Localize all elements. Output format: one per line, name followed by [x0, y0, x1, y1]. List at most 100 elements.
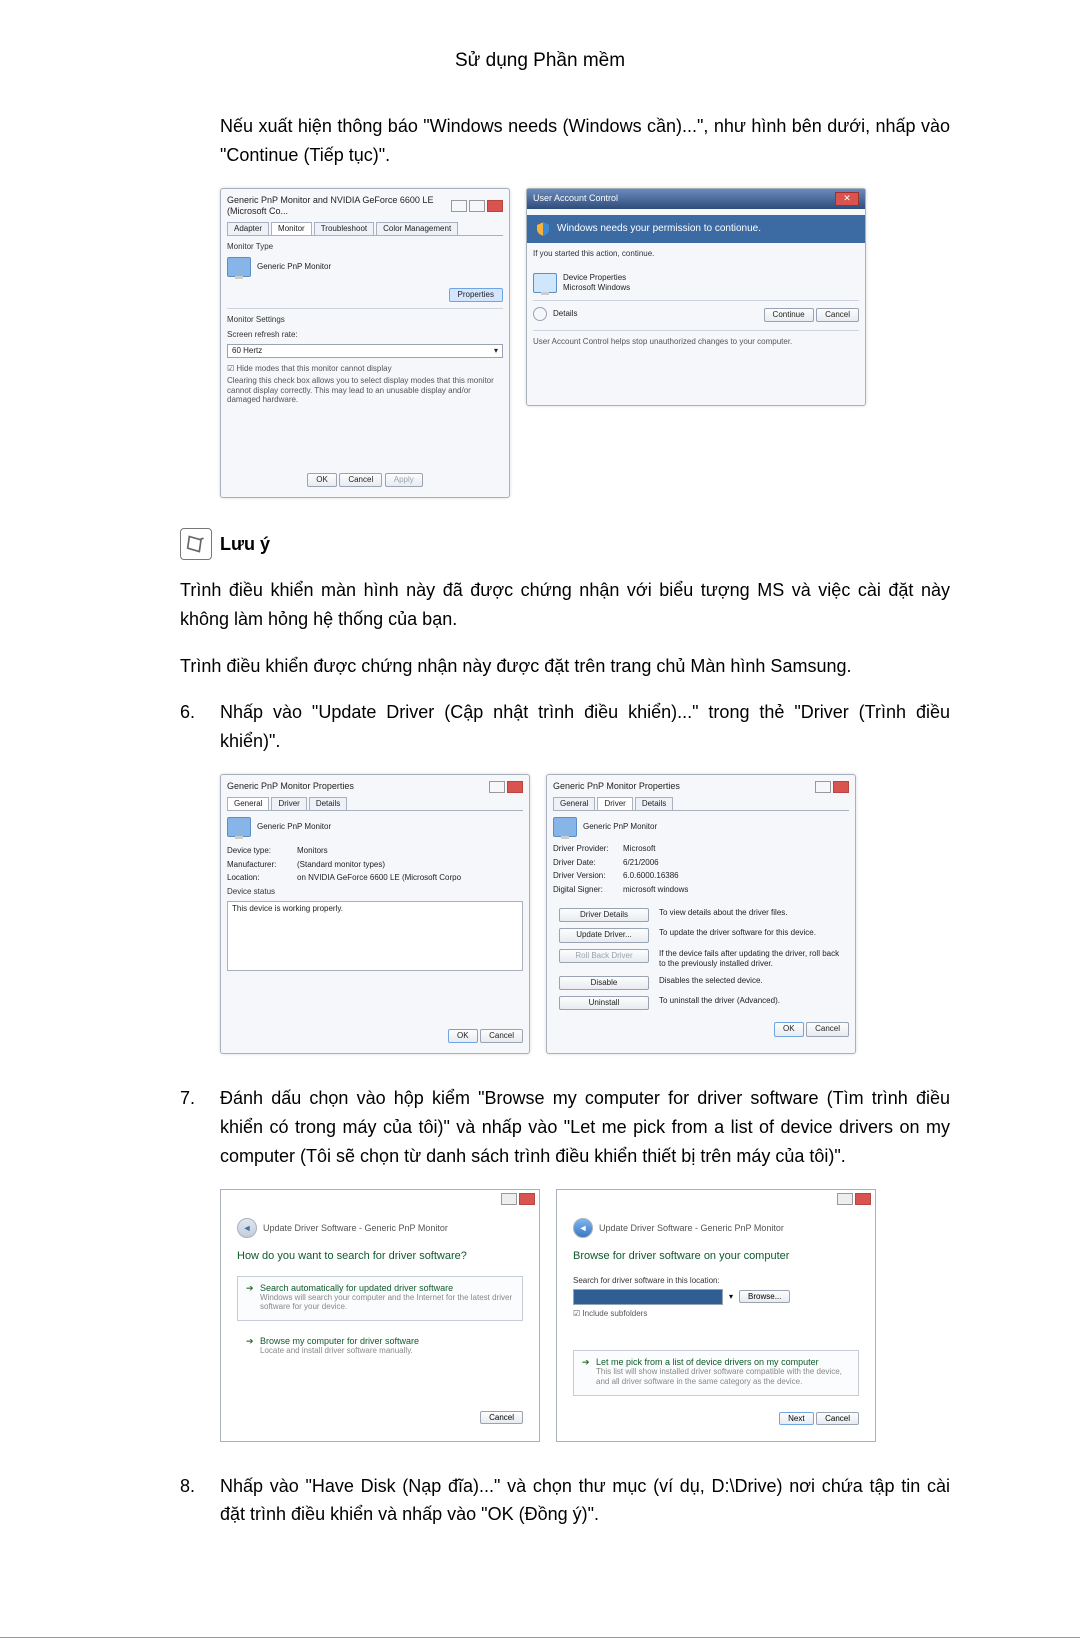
monitor-icon [227, 817, 251, 837]
label-digital-signer: Digital Signer: [553, 885, 617, 895]
value-driver-date: 6/21/2006 [623, 858, 659, 868]
include-subfolders-checkbox[interactable]: Include subfolders [573, 1309, 859, 1319]
label-location: Location: [227, 873, 291, 883]
tab-troubleshoot[interactable]: Troubleshoot [314, 222, 374, 235]
value-manufacturer: (Standard monitor types) [297, 860, 385, 870]
uac-started: If you started this action, continue. [533, 249, 859, 259]
close-icon[interactable] [487, 200, 503, 212]
close-icon[interactable] [507, 781, 523, 793]
cancel-button[interactable]: Cancel [480, 1029, 523, 1043]
monitor-name: Generic PnP Monitor [257, 262, 331, 272]
expand-chevron-icon[interactable] [533, 307, 547, 321]
device-icon [533, 273, 557, 293]
driver-details-button[interactable]: Driver Details [559, 908, 649, 922]
cancel-button[interactable]: Cancel [816, 308, 859, 322]
browse-button[interactable]: Browse... [739, 1290, 790, 1303]
arrow-icon: ➔ [246, 1283, 254, 1294]
step-6-text: Nhấp vào "Update Driver (Cập nhật trình … [220, 698, 950, 756]
back-button[interactable]: ◄ [573, 1218, 593, 1238]
tab-general[interactable]: General [227, 797, 269, 810]
label-refresh-rate: Screen refresh rate: [227, 330, 503, 340]
uninstall-button[interactable]: Uninstall [559, 996, 649, 1010]
fig-properties-general: Generic PnP Monitor Properties General D… [220, 774, 530, 1054]
cancel-button[interactable]: Cancel [816, 1412, 859, 1425]
wizard-question: How do you want to search for driver sof… [237, 1250, 523, 1262]
refresh-rate-value: 60 Hertz [232, 346, 262, 356]
close-icon[interactable] [855, 1193, 871, 1205]
close-icon[interactable] [519, 1193, 535, 1205]
properties-button[interactable]: Properties [449, 288, 503, 302]
maximize-icon[interactable] [469, 200, 485, 212]
arrow-icon: ➔ [246, 1336, 254, 1347]
option-let-me-pick-title: Let me pick from a list of device driver… [596, 1357, 850, 1367]
tab-details[interactable]: Details [309, 797, 347, 810]
step-8: 8. Nhấp vào "Have Disk (Nạp đĩa)..." và … [180, 1472, 950, 1530]
label-manufacturer: Manufacturer: [227, 860, 291, 870]
label-search-location: Search for driver software in this locat… [573, 1276, 859, 1285]
ok-button[interactable]: OK [774, 1022, 804, 1036]
driver-details-desc: To view details about the driver files. [655, 906, 847, 924]
tab-details[interactable]: Details [635, 797, 673, 810]
tab-color-management[interactable]: Color Management [376, 222, 458, 235]
step-6: 6. Nhấp vào "Update Driver (Cập nhật trì… [180, 698, 950, 756]
section-monitor-type: Monitor Type [227, 242, 503, 252]
search-location-input[interactable] [573, 1289, 723, 1305]
figure-row-1: Generic PnP Monitor and NVIDIA GeForce 6… [220, 188, 950, 498]
option-let-me-pick[interactable]: ➔ Let me pick from a list of device driv… [573, 1350, 859, 1395]
hide-modes-checkbox[interactable]: Hide modes that this monitor cannot disp… [227, 364, 503, 374]
help-icon[interactable] [815, 781, 831, 793]
window-controls [489, 781, 523, 793]
tab-driver[interactable]: Driver [271, 797, 306, 810]
device-label: Device Properties [563, 273, 630, 283]
tab-driver[interactable]: Driver [597, 797, 632, 810]
continue-button[interactable]: Continue [764, 308, 814, 322]
details-label[interactable]: Details [553, 309, 577, 319]
value-location: on NVIDIA GeForce 6600 LE (Microsoft Cor… [297, 873, 461, 883]
note-icon [180, 528, 212, 560]
ok-button[interactable]: OK [448, 1029, 478, 1043]
tab-monitor[interactable]: Monitor [271, 222, 312, 235]
disable-desc: Disables the selected device. [655, 974, 847, 992]
rollback-driver-desc: If the device fails after updating the d… [655, 947, 847, 972]
figure-row-3: ◄ Update Driver Software - Generic PnP M… [220, 1189, 950, 1442]
properties-label: Properties [458, 290, 494, 299]
update-driver-button[interactable]: Update Driver... [559, 928, 649, 942]
tab-general[interactable]: General [553, 797, 595, 810]
minimize-icon[interactable] [451, 200, 467, 212]
page-title: Sử dụng Phần mềm [130, 50, 950, 72]
option-browse-computer[interactable]: ➔ Browse my computer for driver software… [237, 1329, 523, 1365]
value-driver-provider: Microsoft [623, 844, 655, 854]
option-search-auto[interactable]: ➔ Search automatically for updated drive… [237, 1276, 523, 1321]
cancel-button[interactable]: Cancel [806, 1022, 849, 1036]
label-driver-provider: Driver Provider: [553, 844, 617, 854]
minimize-icon[interactable] [501, 1193, 517, 1205]
disable-button[interactable]: Disable [559, 976, 649, 990]
intro-paragraph: Nếu xuất hiện thông báo "Windows needs (… [220, 112, 950, 170]
window-controls [451, 200, 503, 212]
minimize-icon[interactable] [837, 1193, 853, 1205]
note-paragraph-2: Trình điều khiển được chứng nhận này đượ… [180, 652, 950, 681]
close-icon[interactable] [833, 781, 849, 793]
step-6-number: 6. [180, 698, 220, 756]
apply-button[interactable]: Apply [385, 473, 423, 487]
tab-adapter[interactable]: Adapter [227, 222, 269, 235]
back-button[interactable]: ◄ [237, 1218, 257, 1238]
cancel-button[interactable]: Cancel [480, 1411, 523, 1424]
step-7-number: 7. [180, 1084, 220, 1170]
rollback-driver-button[interactable]: Roll Back Driver [559, 949, 649, 963]
help-icon[interactable] [489, 781, 505, 793]
option-search-auto-desc: Windows will search your computer and th… [260, 1293, 514, 1312]
step-7-text: Đánh dấu chọn vào hộp kiểm "Browse my co… [220, 1084, 950, 1170]
device-vendor: Microsoft Windows [563, 283, 630, 293]
section-device-status: Device status [227, 887, 523, 897]
chevron-down-icon[interactable]: ▾ [729, 1292, 733, 1301]
ok-button[interactable]: OK [307, 473, 337, 487]
refresh-rate-select[interactable]: 60 Hertz ▾ [227, 344, 503, 358]
close-icon[interactable]: ✕ [835, 192, 859, 206]
update-crumb: Update Driver Software - Generic PnP Mon… [599, 1223, 784, 1233]
update-driver-desc: To update the driver software for this d… [655, 926, 847, 944]
cancel-button[interactable]: Cancel [339, 473, 382, 487]
option-browse-title: Browse my computer for driver software [260, 1336, 514, 1346]
next-button[interactable]: Next [779, 1412, 813, 1425]
step-7: 7. Đánh dấu chọn vào hộp kiểm "Browse my… [180, 1084, 950, 1170]
